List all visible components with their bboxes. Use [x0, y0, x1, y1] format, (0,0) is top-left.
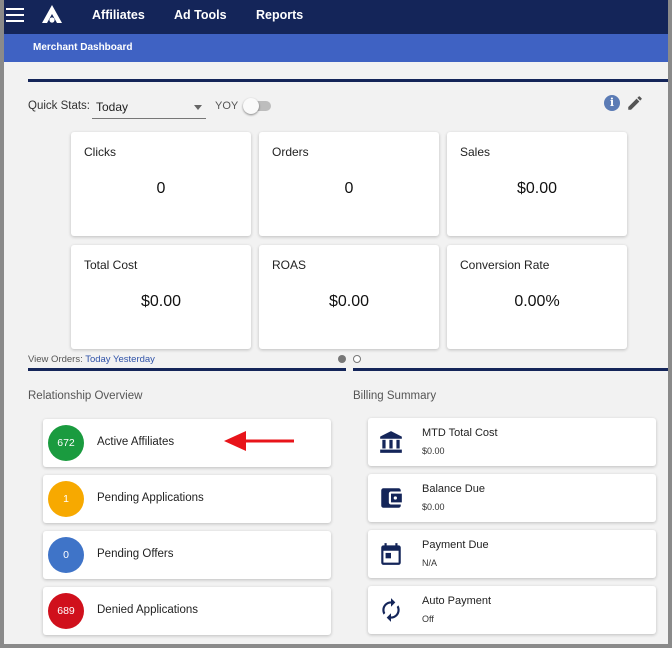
bank-icon	[380, 431, 402, 453]
stat-card-clicks: Clicks 0	[71, 132, 251, 236]
stat-value: 0	[344, 180, 354, 197]
billing-item-label: Payment Due	[422, 539, 489, 551]
stat-value: $0.00	[140, 293, 182, 310]
billing-item-balance-due[interactable]: Balance Due $0.00	[368, 474, 656, 522]
top-nav: Affiliates Ad Tools Reports	[4, 0, 668, 34]
relationship-item-label: Pending Offers	[97, 548, 174, 560]
billing-item-payment-due[interactable]: Payment Due N/A	[368, 530, 656, 578]
view-orders-label: View Orders:	[28, 354, 83, 365]
view-orders-today-link[interactable]: Today	[85, 354, 110, 365]
stat-card-roas: ROAS $0.00	[259, 245, 439, 349]
carousel-dot-active[interactable]	[338, 355, 346, 363]
stat-title: Sales	[460, 145, 491, 159]
yoy-label: YOY	[215, 100, 239, 112]
stat-title: Orders	[272, 145, 309, 159]
header-divider	[28, 79, 668, 82]
billing-item-value: $0.00	[422, 502, 445, 512]
relationship-overview-title: Relationship Overview	[28, 390, 143, 402]
brand-logo[interactable]	[40, 3, 64, 27]
calendar-icon	[381, 543, 401, 565]
menu-icon[interactable]	[6, 8, 24, 22]
sub-nav: Merchant Dashboard	[4, 34, 668, 62]
count-badge: 1	[48, 481, 84, 517]
billing-summary-title: Billing Summary	[353, 390, 437, 402]
stat-title: Total Cost	[84, 258, 138, 272]
chevron-down-icon	[194, 105, 202, 110]
toggle-knob	[243, 98, 259, 114]
period-select[interactable]: Today	[92, 96, 206, 119]
stat-title: Conversion Rate	[460, 258, 550, 272]
period-select-value: Today	[96, 100, 129, 114]
autorenew-icon	[382, 598, 400, 622]
stat-title: Clicks	[84, 145, 116, 159]
stat-value: $0.00	[516, 180, 558, 197]
billing-item-label: Balance Due	[422, 483, 485, 495]
view-orders: View Orders: Today Yesterday	[28, 354, 155, 365]
stat-card-total-cost: Total Cost $0.00	[71, 245, 251, 349]
relationship-item-label: Denied Applications	[97, 604, 199, 616]
count-badge: 672	[48, 425, 84, 461]
quick-stats-label: Quick Stats:	[28, 100, 90, 112]
annotation-arrow-icon	[224, 431, 294, 451]
page-title[interactable]: Merchant Dashboard	[33, 42, 132, 53]
billing-item-mtd-total-cost[interactable]: MTD Total Cost $0.00	[368, 418, 656, 466]
billing-item-value: $0.00	[422, 446, 445, 456]
count-badge: 0	[48, 537, 84, 573]
billing-item-label: Auto Payment	[422, 595, 492, 607]
stat-value: 0	[156, 180, 166, 197]
carousel-dot[interactable]	[353, 355, 361, 363]
stat-value: 0.00%	[514, 293, 560, 310]
nav-ad-tools[interactable]: Ad Tools	[174, 8, 227, 22]
billing-item-auto-payment[interactable]: Auto Payment Off	[368, 586, 656, 634]
yoy-toggle[interactable]	[243, 98, 271, 114]
nav-affiliates[interactable]: Affiliates	[92, 8, 145, 22]
billing-item-label: MTD Total Cost	[422, 427, 498, 439]
stat-card-sales: Sales $0.00	[447, 132, 627, 236]
billing-item-value: N/A	[422, 558, 438, 568]
relationship-item-denied-applications[interactable]: 689 Denied Applications	[43, 587, 331, 635]
section-divider-right	[353, 368, 668, 371]
view-orders-yesterday-link[interactable]: Yesterday	[113, 354, 155, 365]
stat-value: $0.00	[328, 293, 370, 310]
info-icon[interactable]: i	[604, 95, 620, 111]
app-frame: Affiliates Ad Tools Reports Merchant Das…	[4, 0, 668, 644]
stat-card-orders: Orders 0	[259, 132, 439, 236]
relationship-item-pending-offers[interactable]: 0 Pending Offers	[43, 531, 331, 579]
relationship-item-label: Active Affiliates	[97, 436, 175, 448]
wallet-icon	[381, 488, 402, 508]
billing-item-value: Off	[422, 614, 434, 624]
edit-icon[interactable]	[626, 94, 644, 112]
relationship-item-label: Pending Applications	[97, 492, 204, 504]
stat-card-conversion-rate: Conversion Rate 0.00%	[447, 245, 627, 349]
nav-reports[interactable]: Reports	[256, 8, 303, 22]
relationship-item-pending-applications[interactable]: 1 Pending Applications	[43, 475, 331, 523]
count-badge: 689	[48, 593, 84, 629]
section-divider-left	[28, 368, 346, 371]
stat-title: ROAS	[272, 258, 307, 272]
